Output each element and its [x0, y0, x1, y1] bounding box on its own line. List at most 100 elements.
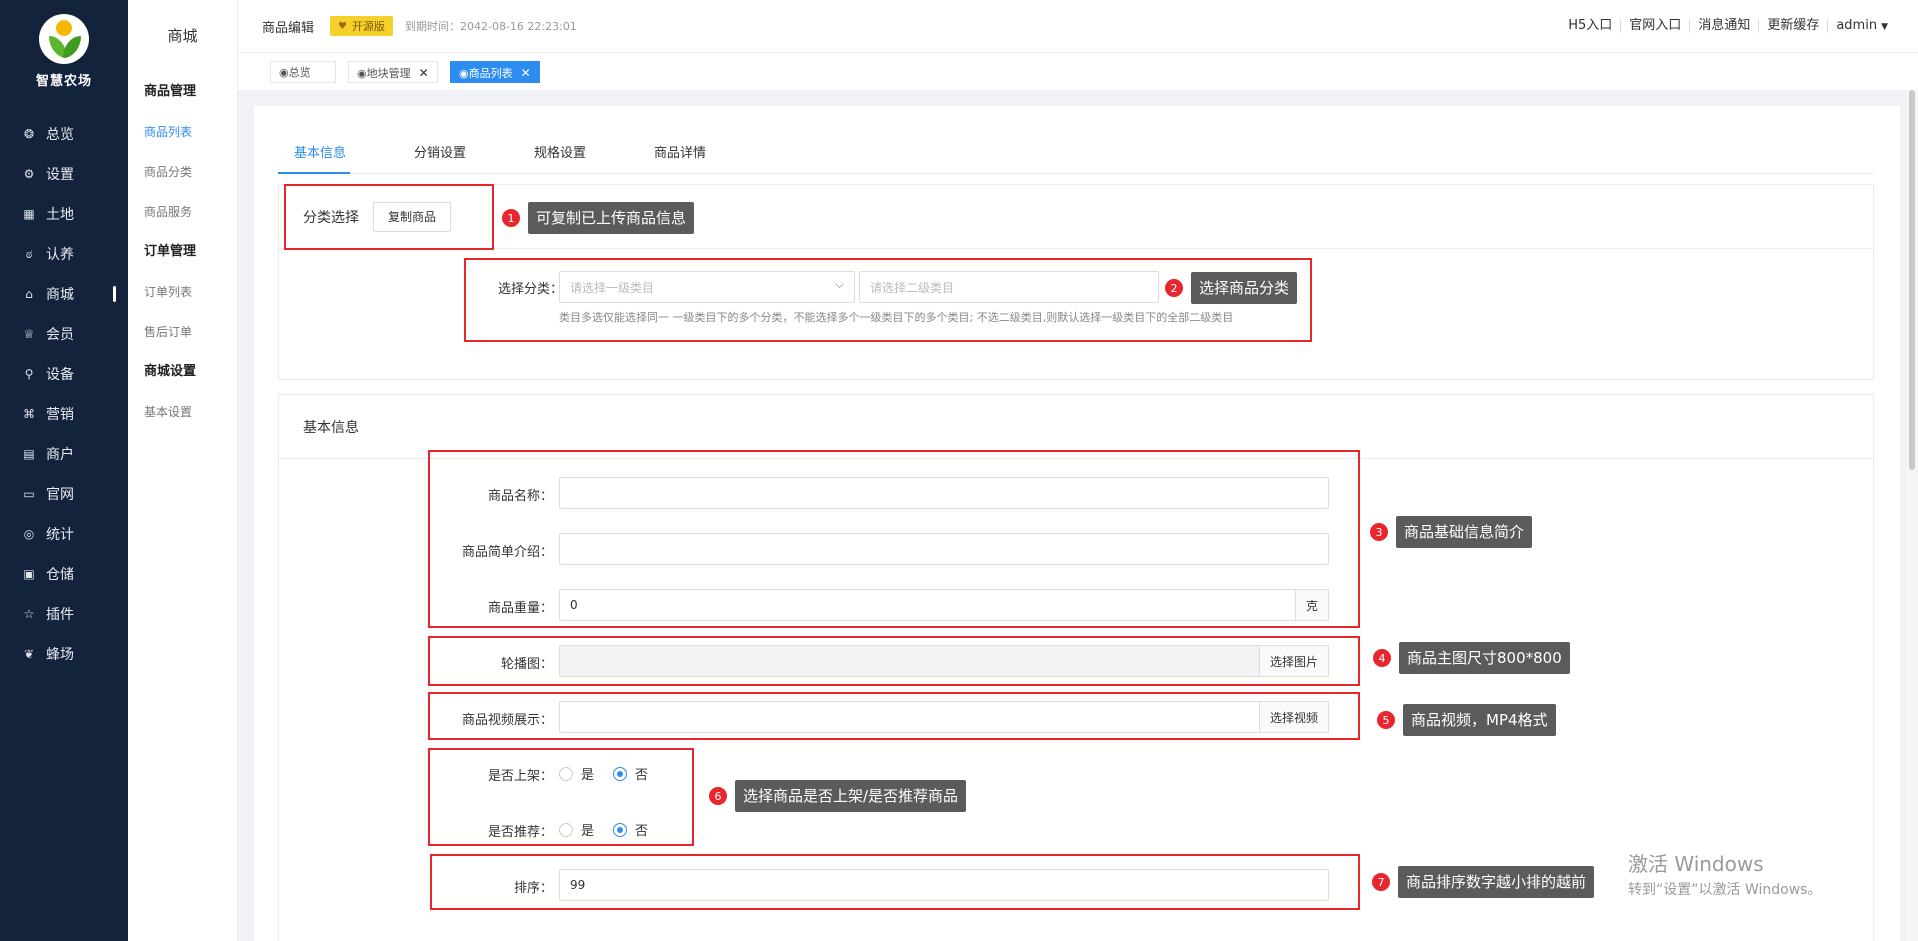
tab-label: ◉地块管理 — [357, 67, 411, 80]
page-tabs: ◉总览 ◉地块管理 ✕ ◉商品列表 ✕ — [238, 52, 1918, 90]
h5-link[interactable]: H5入口 — [1560, 19, 1622, 33]
expire-time: 到期时间：2042-08-16 22:23:01 — [404, 20, 577, 33]
nav-item-overview[interactable]: ❂ 总览 — [0, 114, 128, 154]
nav-item-land[interactable]: ▦ 土地 — [0, 194, 128, 234]
callout-6: 6 选择商品是否上架/是否推荐商品 — [709, 780, 967, 812]
nav-item-merchant[interactable]: ▤ 商户 — [0, 434, 128, 474]
brand-name: 智慧农场 — [35, 74, 92, 89]
nav-label: 设备 — [46, 367, 74, 383]
nav-label: 会员 — [46, 327, 74, 343]
user-menu[interactable]: admin ▼ — [1828, 17, 1896, 34]
nav-item-bee[interactable]: ❦ 蜂场 — [0, 634, 128, 674]
tab-overview[interactable]: ◉总览 — [270, 61, 336, 83]
callout-number: 2 — [1165, 279, 1183, 297]
nav-label: 总览 — [46, 127, 74, 143]
tab-product-detail[interactable]: 商品详情 — [654, 142, 706, 161]
nav-item-plugins[interactable]: ☆ 插件 — [0, 594, 128, 634]
subnav-group-title: 商品管理 — [144, 84, 197, 99]
callout-1: 1 可复制已上传商品信息 — [502, 202, 695, 234]
tab-spec[interactable]: 规格设置 — [534, 142, 586, 161]
callout-number: 7 — [1372, 873, 1390, 891]
stats-icon: ◎ — [23, 527, 35, 541]
callout-4: 4 商品主图尺寸800*800 — [1373, 642, 1570, 674]
subnav-item-basic-settings[interactable]: 基本设置 — [128, 392, 237, 432]
tab-label: ◉总览 — [279, 66, 311, 79]
main-nav: ❂ 总览 ⚙ 设置 ▦ 土地 ಠ 认养 ⌂ 商城 ♕ 会员 ⚲ 设备 ⌘ 营销 ▤ 商户 ▭ 官网 … — [0, 114, 128, 674]
marketing-icon: ⌘ — [23, 407, 35, 421]
nav-label: 设置 — [46, 167, 74, 183]
tab-basic-info[interactable]: 基本信息 — [294, 142, 346, 161]
subnav-item-after-sale[interactable]: 售后订单 — [128, 312, 237, 352]
tab-land-management[interactable]: ◉地块管理 ✕ — [348, 61, 438, 83]
page-scrollbar[interactable] — [1906, 90, 1918, 941]
tab-distribution[interactable]: 分销设置 — [414, 142, 466, 161]
nav-item-storage[interactable]: ▣ 仓储 — [0, 554, 128, 594]
notifications-link[interactable]: 消息通知 — [1690, 19, 1760, 33]
subnav-item-product-list[interactable]: 商品列表 — [128, 112, 237, 152]
subnav-item-product-category[interactable]: 商品分类 — [128, 152, 237, 192]
heart-icon: ♥ — [338, 20, 347, 32]
shop-icon: ⌂ — [25, 287, 33, 301]
callout-number: 1 — [502, 209, 520, 227]
caret-down-icon: ▼ — [1881, 21, 1888, 32]
content-tabs: 基本信息 分销设置 规格设置 商品详情 — [278, 128, 1874, 174]
nav-label: 营销 — [46, 407, 74, 423]
nav-label: 仓储 — [46, 567, 74, 583]
close-icon[interactable]: ✕ — [419, 66, 429, 80]
nav-item-settings[interactable]: ⚙ 设置 — [0, 154, 128, 194]
callout-text: 商品视频，MP4格式 — [1403, 704, 1556, 736]
nav-item-website[interactable]: ▭ 官网 — [0, 474, 128, 514]
gear-icon: ⚙ — [23, 167, 35, 181]
grid-icon: ▦ — [23, 207, 35, 221]
subnav-item-product-service[interactable]: 商品服务 — [128, 192, 237, 232]
callout-text: 可复制已上传商品信息 — [528, 202, 695, 234]
nav-item-stats[interactable]: ◎ 统计 — [0, 514, 128, 554]
callout-text: 选择商品分类 — [1191, 272, 1298, 304]
callout-text: 商品排序数字越小排的越前 — [1398, 866, 1595, 898]
nav-item-device[interactable]: ⚲ 设备 — [0, 354, 128, 394]
annotation-box-4 — [428, 636, 1360, 686]
callout-number: 6 — [709, 787, 727, 805]
tab-product-list[interactable]: ◉商品列表 ✕ — [450, 61, 540, 83]
nav-item-adopt[interactable]: ಠ 认养 — [0, 234, 128, 274]
callout-number: 5 — [1377, 711, 1395, 729]
nav-label: 土地 — [46, 207, 74, 223]
annotation-box-1 — [284, 184, 494, 250]
edition-badge: ♥ 开源版 — [330, 16, 393, 36]
callout-text: 选择商品是否上架/是否推荐商品 — [735, 780, 967, 812]
scrollbar-thumb[interactable] — [1909, 90, 1915, 470]
nav-item-shop[interactable]: ⌂ 商城 — [0, 274, 128, 314]
watermark-subtitle: 转到“设置”以激活 Windows。 — [1628, 882, 1822, 898]
nav-label: 商城 — [46, 287, 74, 303]
star-icon: ☆ — [23, 607, 35, 621]
device-icon: ⚲ — [24, 367, 34, 381]
nav-item-member[interactable]: ♕ 会员 — [0, 314, 128, 354]
subnav-item-order-list[interactable]: 订单列表 — [128, 272, 237, 312]
website-icon: ▭ — [23, 487, 35, 501]
annotation-box-6 — [428, 748, 694, 846]
edition-label: 开源版 — [351, 20, 385, 33]
nav-item-marketing[interactable]: ⌘ 营销 — [0, 394, 128, 434]
refresh-cache-link[interactable]: 更新缓存 — [1759, 19, 1829, 33]
callout-3: 3 商品基础信息简介 — [1370, 516, 1533, 548]
sub-sidebar: 商城 商品管理 商品列表 商品分类 商品服务 订单管理 订单列表 售后订单 商城… — [128, 0, 238, 941]
subnav-group-title: 订单管理 — [144, 244, 197, 259]
nav-label: 统计 — [46, 527, 74, 543]
annotation-box-3 — [428, 450, 1360, 628]
nav-label: 官网 — [46, 487, 74, 503]
brand-logo[interactable]: 智慧农场 — [0, 14, 128, 89]
nav-label: 商户 — [46, 447, 74, 463]
username: admin — [1836, 17, 1878, 33]
callout-number: 3 — [1370, 523, 1388, 541]
nav-label: 蜂场 — [46, 647, 74, 663]
active-tab-indicator — [278, 172, 350, 174]
nav-label: 插件 — [46, 607, 74, 623]
callout-5: 5 商品视频，MP4格式 — [1377, 704, 1556, 736]
watermark-title: 激活 Windows — [1628, 852, 1764, 876]
close-icon[interactable]: ✕ — [521, 66, 531, 80]
bee-icon: ❦ — [23, 647, 35, 661]
callout-text: 商品主图尺寸800*800 — [1399, 642, 1570, 674]
callout-7: 7 商品排序数字越小排的越前 — [1372, 866, 1595, 898]
farm-logo-icon — [39, 14, 89, 64]
website-link[interactable]: 官网入口 — [1621, 19, 1691, 33]
